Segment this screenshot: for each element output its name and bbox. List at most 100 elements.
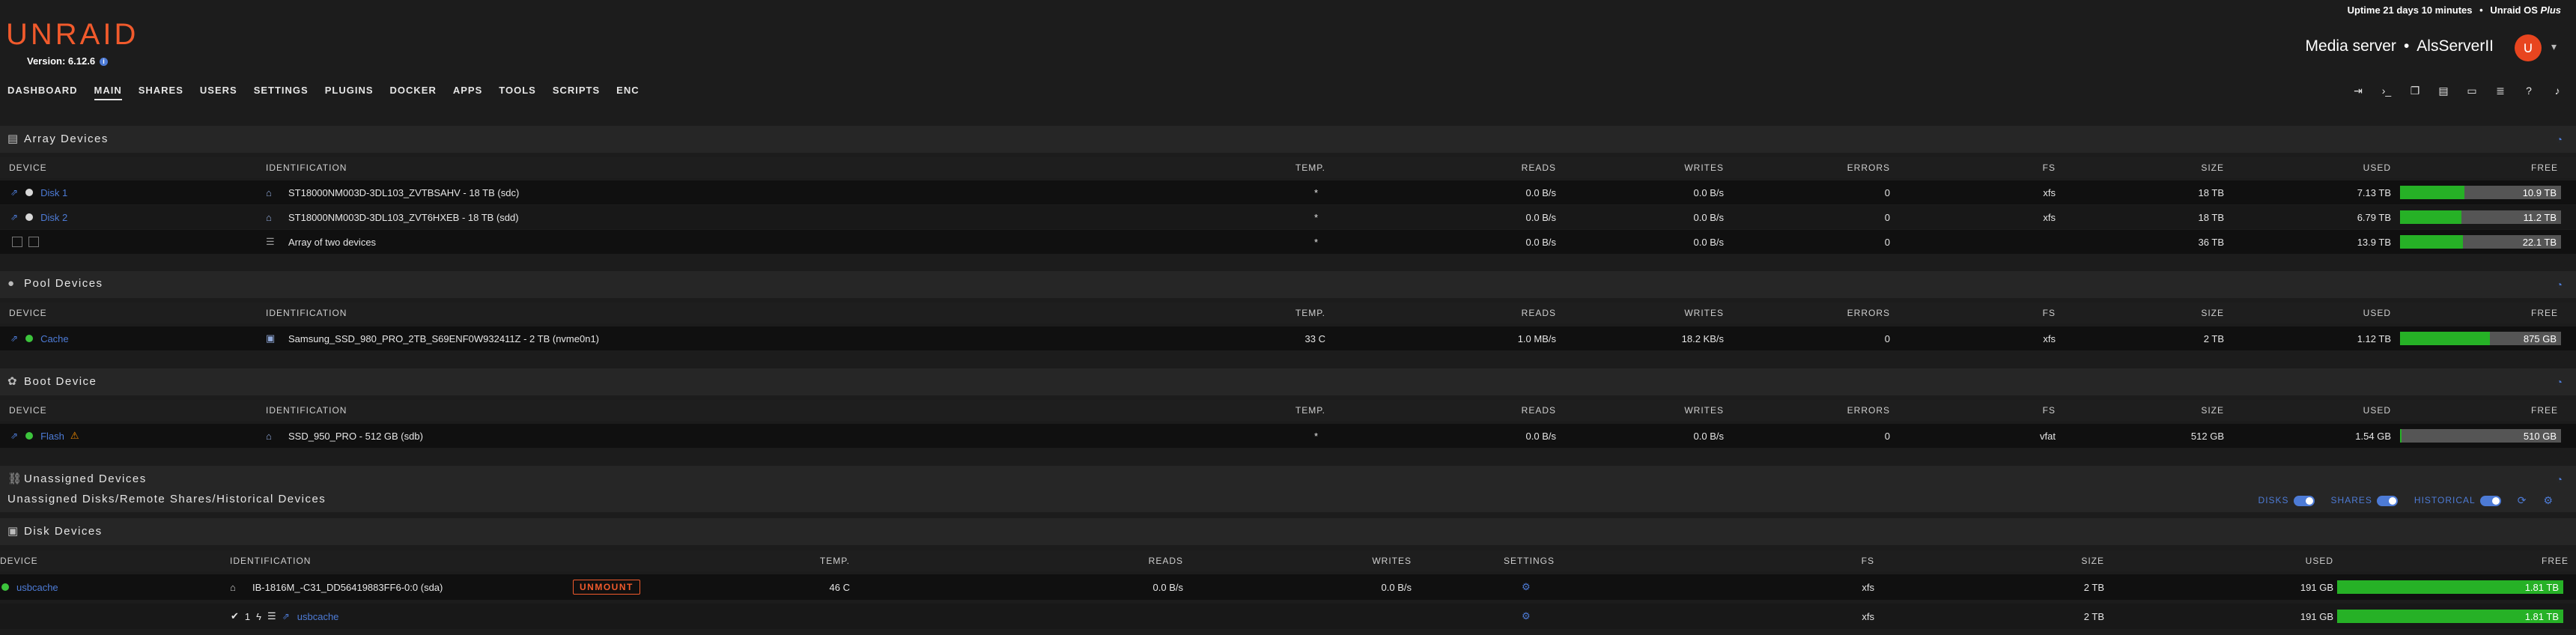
gauge-icon[interactable]: ◔ (2557, 279, 2563, 291)
nav-settings[interactable]: SETTINGS (254, 85, 309, 100)
chevron-down-icon[interactable]: ▾ (2551, 40, 2557, 53)
device-link[interactable]: Disk 2 (40, 212, 67, 223)
hard-drive-icon: ⌂ (266, 211, 272, 223)
gauge-icon[interactable]: ◔ (2557, 133, 2563, 145)
pool-icon: ● (7, 277, 16, 290)
bell-icon[interactable]: ♪ (2551, 84, 2564, 97)
section-title: Pool Devices (24, 277, 103, 290)
nav-main[interactable]: MAIN (94, 85, 122, 100)
list-icon: ☰ (266, 236, 275, 247)
array-devices-header: ▤ Array Devices ◔ (0, 126, 2576, 153)
external-link-icon[interactable]: ⇗ (10, 187, 18, 198)
settings-icon[interactable]: ⚙ (1522, 610, 1531, 622)
section-title: Disk Devices (24, 525, 103, 538)
section-subtitle: Unassigned Disks/Remote Shares/Historica… (7, 493, 326, 505)
os-edition: Unraid OS Plus (2490, 4, 2561, 16)
external-link-icon[interactable]: ⇗ (10, 431, 18, 441)
nvme-icon: ▣ (266, 332, 276, 344)
logout-icon[interactable]: ⇥ (2351, 84, 2365, 97)
status-dot (25, 432, 34, 440)
table-row: ⇗ Flash ⚠ ⌂ SSD_950_PRO - 512 GB (sdb) * 0.… (0, 424, 2576, 448)
toolbar-icons: ⇥ ›_ ❐ ▤ ▭ ≣ ? ♪ (2351, 84, 2564, 97)
unmount-button[interactable]: UNMOUNT (573, 580, 640, 595)
hard-drive-icon: ⌂ (266, 186, 272, 198)
database-icon: ▤ (7, 133, 19, 145)
pool-devices-header: ● Pool Devices ◔ (0, 271, 2576, 298)
nav-scripts[interactable]: SCRIPTS (553, 85, 600, 100)
historical-toggle[interactable]: HISTORICAL (2414, 495, 2501, 506)
uptime-text: Uptime 21 days 10 minutes (2347, 4, 2473, 16)
user-avatar-icon[interactable]: ∪ (2515, 34, 2542, 61)
status-dot (25, 213, 34, 221)
boot-device-header: ✿ Boot Device ◔ (0, 368, 2576, 395)
table-row: ⇗ Disk 2 ⌂ ST18000NM003D-3DL103_ZVT6HXEB -… (0, 205, 2576, 229)
status-dot (25, 335, 34, 342)
unassigned-devices-header: ⛓Unassigned Devices Unassigned Disks/Rem… (0, 466, 2576, 512)
copy-icon[interactable]: ❐ (2408, 84, 2422, 97)
info-icon[interactable]: i (100, 58, 109, 67)
gauge-icon[interactable]: ◔ (2557, 473, 2563, 485)
usage-bar: 510 GB (2400, 429, 2561, 443)
device-link[interactable]: Cache (40, 333, 69, 344)
disk-table-header: DEVICE IDENTIFICATION TEMP. READS WRITES… (0, 550, 2576, 571)
hard-drive-icon: ⌂ (266, 430, 272, 442)
help-icon[interactable]: ? (2522, 84, 2536, 97)
unassigned-options: DISKS SHARES HISTORICAL ⟳ ⚙ (2258, 494, 2554, 507)
nav-docker[interactable]: DOCKER (390, 85, 437, 100)
gear-icon[interactable]: ⚙ (2543, 494, 2554, 507)
refresh-icon[interactable]: ⟳ (2518, 494, 2527, 507)
section-title: Array Devices (24, 133, 109, 145)
section-title: Boot Device (24, 375, 97, 388)
log-icon[interactable]: ≣ (2494, 84, 2507, 97)
table-row: ⇗ Cache ▣ Samsung_SSD_980_PRO_2TB_S69ENF0W… (0, 326, 2576, 350)
nav-dashboard[interactable]: DASHBOARD (7, 85, 78, 100)
boot-table-header: DEVICE IDENTIFICATION TEMP. READS WRITES… (0, 400, 2576, 421)
nav-tools[interactable]: TOOLS (499, 85, 536, 100)
nav-shares[interactable]: SHARES (139, 85, 183, 100)
nav-enc[interactable]: ENC (616, 85, 639, 100)
usage-bar: 1.81 TB (2337, 610, 2563, 623)
expand-icon[interactable] (28, 237, 39, 247)
device-link[interactable]: Disk 1 (40, 187, 67, 198)
shares-toggle[interactable]: SHARES (2331, 495, 2398, 506)
unraid-logo[interactable]: UNRAID (6, 18, 139, 52)
disks-toggle[interactable]: DISKS (2258, 495, 2315, 506)
lightning-icon[interactable]: ϟ (256, 611, 261, 622)
terminal-icon[interactable]: ›_ (2380, 84, 2393, 97)
top-bar: Uptime 21 days 10 minutes • Unraid OS Pl… (0, 0, 2576, 105)
monitor-icon[interactable]: ▭ (2465, 84, 2479, 97)
pool-table-header: DEVICE IDENTIFICATION TEMP. READS WRITES… (0, 303, 2576, 323)
settings-icon[interactable]: ⚙ (1522, 581, 1531, 593)
table-row: ☰ Array of two devices * 0.0 B/s 0.0 B/s … (0, 230, 2576, 254)
device-link[interactable]: usbcache (16, 582, 58, 593)
table-row: usbcache ⌂ IB-1816M_-C31_DD56419883FF6-0:… (0, 574, 2576, 600)
external-link-icon[interactable]: ⇗ (10, 333, 18, 344)
feedback-icon[interactable]: ▤ (2437, 84, 2450, 97)
usage-bar: 22.1 TB (2400, 235, 2561, 249)
server-description: Media server (2305, 37, 2396, 55)
usage-bar: 10.9 TB (2400, 186, 2561, 199)
array-table-header: DEVICE IDENTIFICATION TEMP. READS WRITES… (0, 157, 2576, 178)
disk-icon: ▣ (7, 525, 19, 538)
list-icon[interactable]: ☰ (267, 610, 276, 622)
external-link-icon[interactable]: ⇗ (10, 212, 18, 222)
nav-apps[interactable]: APPS (453, 85, 482, 100)
boot-icon: ✿ (7, 375, 19, 388)
gauge-icon[interactable]: ◔ (2557, 376, 2563, 388)
check-icon: ✔ (231, 610, 239, 622)
nav-plugins[interactable]: PLUGINS (325, 85, 374, 100)
disk-devices-header: ▣ Disk Devices (0, 518, 2576, 545)
collapse-icon[interactable] (12, 237, 22, 247)
usage-bar: 875 GB (2400, 332, 2561, 345)
partition-row: ✔ 1 ϟ ☰ ⇗ usbcache ⚙ xfs 2 TB 191 GB 1.81 TB (0, 604, 2576, 629)
unlink-icon: ⛓ (7, 473, 23, 485)
uptime-status: Uptime 21 days 10 minutes • Unraid OS Pl… (2347, 4, 2561, 16)
warning-icon[interactable]: ⚠ (70, 430, 79, 442)
section-title: Unassigned Devices (24, 473, 147, 485)
usage-bar: 1.81 TB (2337, 580, 2563, 594)
external-link-icon[interactable]: ⇗ (282, 611, 290, 622)
device-link[interactable]: Flash (40, 431, 64, 442)
status-dot (25, 189, 34, 196)
nav-users[interactable]: USERS (200, 85, 237, 100)
mount-point-link[interactable]: usbcache (297, 611, 339, 622)
